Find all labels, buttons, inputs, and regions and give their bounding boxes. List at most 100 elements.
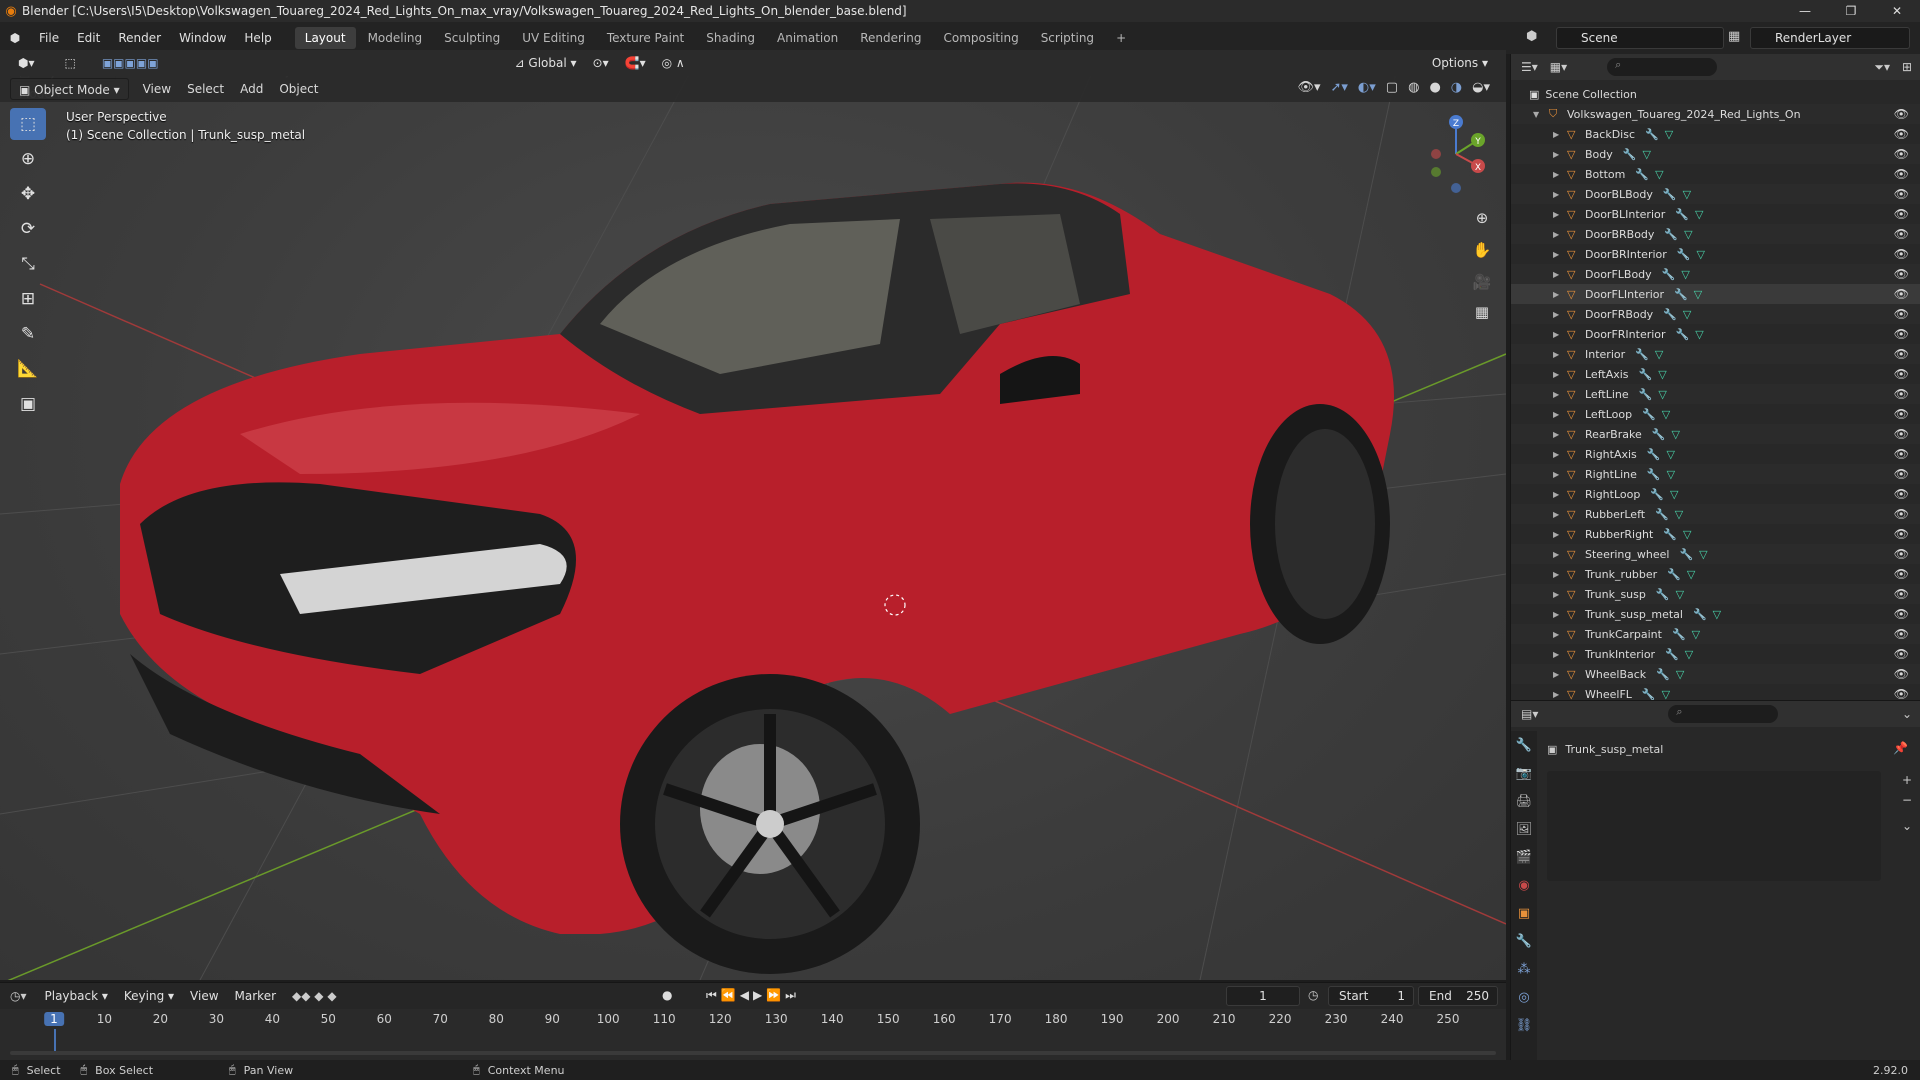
toggle-xray-icon[interactable]: ▢: [1386, 80, 1398, 95]
view-layer-field[interactable]: RenderLayer: [1750, 27, 1910, 49]
visibility-eye-icon[interactable]: 👁: [1894, 267, 1909, 281]
expand-arrow-icon[interactable]: ▶: [1553, 210, 1563, 219]
outliner-search-input[interactable]: ⌕: [1607, 58, 1718, 76]
new-collection-icon[interactable]: ⊞: [1902, 60, 1912, 74]
visibility-eye-icon[interactable]: 👁: [1894, 307, 1909, 321]
visibility-eye-icon[interactable]: 👁: [1894, 407, 1909, 421]
playback-controls[interactable]: ⏮⏪◀▶⏩⏭: [706, 988, 800, 1003]
object-mode-dropdown[interactable]: ▣ Object Mode ▾: [10, 78, 129, 100]
measure-tool-icon[interactable]: 📐: [10, 353, 46, 385]
timeline-menu-view[interactable]: View: [182, 985, 226, 1007]
visibility-eye-icon[interactable]: 👁: [1894, 647, 1909, 661]
visibility-eye-icon[interactable]: 👁: [1894, 467, 1909, 481]
expand-arrow-icon[interactable]: ▶: [1553, 610, 1563, 619]
show-gizmo-icon[interactable]: ➚▾: [1331, 80, 1348, 95]
filter-icon[interactable]: ⏷▾: [1874, 60, 1890, 75]
visibility-eye-icon[interactable]: 👁: [1894, 147, 1909, 161]
expand-arrow-icon[interactable]: ▶: [1553, 190, 1563, 199]
outliner-collection-row[interactable]: ▼ ⛉ Volkswagen_Touareg_2024_Red_Lights_O…: [1511, 104, 1920, 124]
visibility-eye-icon[interactable]: 👁: [1894, 507, 1909, 521]
output-tab-icon[interactable]: 🖨: [1511, 787, 1537, 815]
scale-tool-icon[interactable]: ⤡: [10, 248, 46, 280]
visibility-eye-icon[interactable]: 👁: [1894, 567, 1909, 581]
front-wheel[interactable]: [620, 674, 920, 974]
outliner-editor-icon[interactable]: ☰▾: [1521, 60, 1538, 74]
tab-texture-paint[interactable]: Texture Paint: [597, 27, 694, 49]
rotate-tool-icon[interactable]: ⟳: [10, 213, 46, 245]
expand-arrow-icon[interactable]: ▶: [1553, 290, 1563, 299]
cursor-tool-icon[interactable]: ⊕: [10, 143, 46, 175]
view-layer-icon[interactable]: ▦: [1728, 29, 1740, 44]
rear-wheel[interactable]: [1250, 404, 1390, 644]
shading-wireframe-icon[interactable]: ◍: [1408, 80, 1419, 95]
outliner-item[interactable]: ▶ ▽ WheelBack 🔧 ▽ 👁: [1511, 664, 1920, 684]
scene-field[interactable]: Scene: [1556, 27, 1724, 49]
outliner-scene-collection[interactable]: ▣ Scene Collection: [1511, 84, 1920, 104]
expand-arrow-icon[interactable]: ▶: [1553, 430, 1563, 439]
add-cube-tool-icon[interactable]: ▣: [10, 388, 46, 420]
outliner-item[interactable]: ▶ ▽ RubberLeft 🔧 ▽ 👁: [1511, 504, 1920, 524]
slot-menu-button[interactable]: ⌄: [1902, 819, 1912, 833]
expand-arrow-icon[interactable]: ▶: [1553, 350, 1563, 359]
current-frame-field[interactable]: 1: [1226, 986, 1300, 1006]
outliner-item[interactable]: ▶ ▽ Trunk_rubber 🔧 ▽ 👁: [1511, 564, 1920, 584]
scene-selector-icon[interactable]: ⬢: [1526, 29, 1537, 44]
visibility-eye-icon[interactable]: 👁: [1894, 187, 1909, 201]
expand-arrow-icon[interactable]: ▶: [1553, 370, 1563, 379]
expand-arrow-icon[interactable]: ▶: [1553, 530, 1563, 539]
visibility-eye-icon[interactable]: 👁: [1894, 687, 1909, 700]
pan-hand-icon[interactable]: ✋: [1468, 236, 1496, 264]
timeline-menu-playback[interactable]: Playback ▾: [37, 985, 116, 1007]
transform-orientation-dropdown[interactable]: ⊿ Global ▾: [507, 52, 585, 74]
timeline-ruler[interactable]: 1 10 20 30 40 50 60 70 80 90 100 110 120 130 140 150 160…: [0, 1009, 1506, 1055]
tab-animation[interactable]: Animation: [767, 27, 848, 49]
expand-arrow-icon[interactable]: ▶: [1553, 170, 1563, 179]
outliner-item[interactable]: ▶ ▽ DoorBRBody 🔧 ▽ 👁: [1511, 224, 1920, 244]
slot-list[interactable]: [1547, 771, 1881, 881]
editor-type-icon[interactable]: ⬢▾: [10, 52, 43, 74]
expand-arrow-icon[interactable]: ▶: [1553, 250, 1563, 259]
record-button[interactable]: ●: [662, 988, 672, 1002]
timeline-editor-icon[interactable]: ◷▾: [10, 989, 27, 1003]
visibility-eye-icon[interactable]: 👁: [1894, 107, 1909, 121]
visibility-eye-icon[interactable]: 👁: [1894, 207, 1909, 221]
maximize-button[interactable]: ❐: [1828, 0, 1874, 22]
3d-viewport[interactable]: ▣ Object Mode ▾ View Select Add Object 👁…: [0, 54, 1506, 980]
timeline-menu-keying[interactable]: Keying ▾: [116, 985, 182, 1007]
view-layer-tab-icon[interactable]: 🖼: [1511, 815, 1537, 843]
options-dropdown[interactable]: Options ▾: [1424, 52, 1496, 74]
tab-layout[interactable]: Layout: [294, 27, 356, 49]
timeline-menu-marker[interactable]: Marker: [227, 985, 284, 1007]
preview-range-icon[interactable]: ◷: [1308, 988, 1318, 1002]
outliner-item[interactable]: ▶ ▽ RightAxis 🔧 ▽ 👁: [1511, 444, 1920, 464]
properties-editor-icon[interactable]: ▤▾: [1521, 707, 1538, 721]
visibility-eye-icon[interactable]: 👁: [1894, 227, 1909, 241]
move-tool-icon[interactable]: ✥: [10, 178, 46, 210]
expand-arrow-icon[interactable]: ▼: [1533, 110, 1543, 119]
expand-arrow-icon[interactable]: ▶: [1553, 450, 1563, 459]
tab-shading[interactable]: Shading: [696, 27, 765, 49]
modifier-tab-icon[interactable]: 🔧: [1511, 927, 1537, 955]
visibility-eye-icon[interactable]: 👁: [1894, 607, 1909, 621]
outliner-item[interactable]: ▶ ▽ LeftLoop 🔧 ▽ 👁: [1511, 404, 1920, 424]
shading-rendered-icon[interactable]: ◒▾: [1472, 80, 1490, 95]
tab-uv-editing[interactable]: UV Editing: [512, 27, 595, 49]
expand-arrow-icon[interactable]: ▶: [1553, 390, 1563, 399]
render-tab-icon[interactable]: 📷: [1511, 759, 1537, 787]
shading-solid-icon[interactable]: ●: [1429, 80, 1440, 95]
viewport-visibility-icon[interactable]: 👁▾: [1297, 80, 1320, 95]
expand-arrow-icon[interactable]: ▶: [1553, 630, 1563, 639]
tab-sculpting[interactable]: Sculpting: [434, 27, 510, 49]
tab-modeling[interactable]: Modeling: [358, 27, 433, 49]
outliner-item[interactable]: ▶ ▽ TrunkInterior 🔧 ▽ 👁: [1511, 644, 1920, 664]
timeline-scrollbar[interactable]: [10, 1051, 1496, 1055]
constraints-tab-icon[interactable]: ⛓: [1511, 1011, 1537, 1039]
end-frame-field[interactable]: End 250: [1418, 986, 1498, 1006]
visibility-eye-icon[interactable]: 👁: [1894, 527, 1909, 541]
visibility-eye-icon[interactable]: 👁: [1894, 367, 1909, 381]
outliner-item[interactable]: ▶ ▽ DoorFLInterior 🔧 ▽ 👁: [1511, 284, 1920, 304]
properties-search-input[interactable]: ⌕: [1668, 705, 1779, 723]
pivot-point-icon[interactable]: ⊙▾: [585, 52, 617, 74]
outliner-item[interactable]: ▶ ▽ DoorFLBody 🔧 ▽ 👁: [1511, 264, 1920, 284]
blender-menu-icon[interactable]: ⬢: [0, 31, 30, 45]
